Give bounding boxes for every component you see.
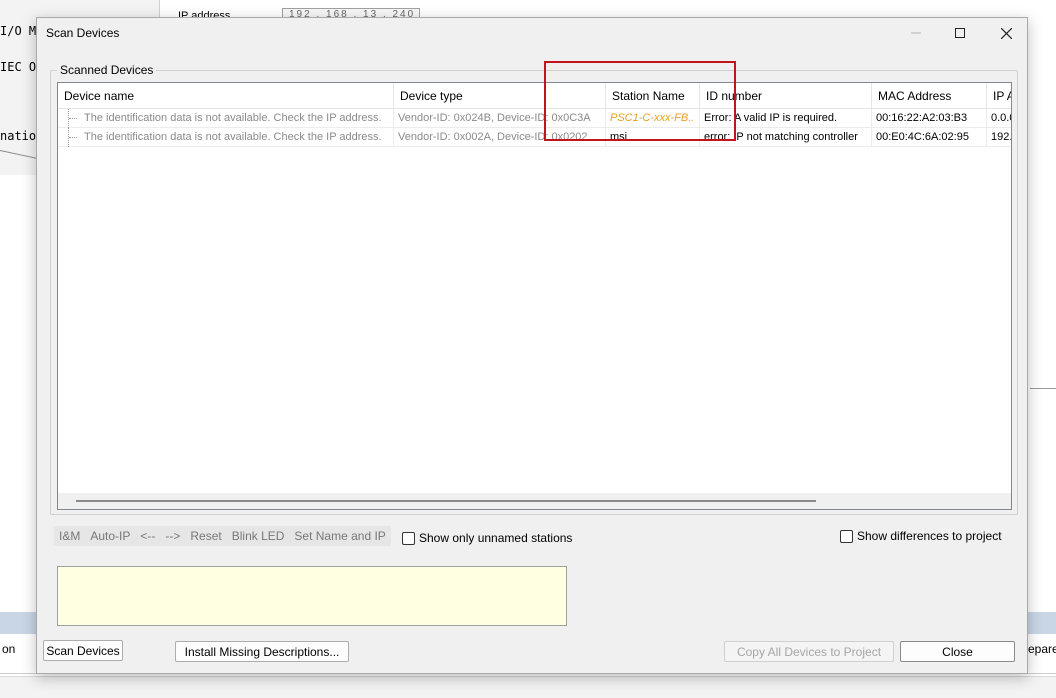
cell-device-type: Vendor-ID: 0x002A, Device-ID: 0x0202: [394, 128, 606, 147]
checkbox-box[interactable]: [402, 531, 415, 545]
close-button[interactable]: Close: [900, 641, 1015, 662]
device-toolbar: I&M Auto-IP <-- --> Reset Blink LED Set …: [54, 526, 391, 546]
maximize-button[interactable]: [937, 18, 983, 48]
show-unnamed-checkbox[interactable]: Show only unnamed stations: [402, 531, 572, 545]
set-name-ip-button[interactable]: Set Name and IP: [289, 526, 390, 546]
move-left-button[interactable]: <--: [135, 526, 160, 546]
cell-device-type: Vendor-ID: 0x024B, Device-ID: 0x0C3A: [394, 109, 606, 128]
cell-id-number: Error: A valid IP is required.: [700, 109, 872, 128]
horizontal-scrollbar[interactable]: [58, 493, 1011, 509]
checkbox-box[interactable]: [840, 529, 853, 543]
cell-device-name: The identification data is not available…: [80, 109, 394, 128]
cell-station-name[interactable]: PSC1-C-xxx-FB..: [606, 109, 700, 128]
show-unnamed-label: Show only unnamed stations: [419, 531, 573, 545]
show-differences-label: Show differences to project: [857, 529, 1002, 543]
cell-ip-address: 0.0.0: [987, 109, 1011, 128]
reset-button[interactable]: Reset: [185, 526, 226, 546]
table-row[interactable]: The identification data is not available…: [58, 128, 1011, 147]
cell-station-name[interactable]: msi: [606, 128, 700, 147]
dialog-titlebar: Scan Devices: [37, 18, 1027, 48]
column-header-device-name[interactable]: Device name: [58, 83, 394, 109]
column-header-device-type[interactable]: Device type: [394, 83, 606, 109]
tree-connector: [68, 128, 78, 147]
column-header-mac-address[interactable]: MAC Address: [872, 83, 987, 109]
table-row[interactable]: The identification data is not available…: [58, 109, 1011, 128]
background-status-bar: [0, 676, 1056, 698]
auto-ip-button[interactable]: Auto-IP: [85, 526, 135, 546]
column-header-id-number[interactable]: ID number: [700, 83, 872, 109]
scanned-devices-label: Scanned Devices: [57, 63, 157, 77]
devices-table[interactable]: Device name Device type Station Name ID …: [57, 82, 1012, 510]
blink-led-button[interactable]: Blink LED: [227, 526, 290, 546]
background-bottom-right-text: epare: [1028, 642, 1056, 656]
background-bottom-left-text: on: [2, 642, 16, 656]
install-descriptions-button[interactable]: Install Missing Descriptions...: [175, 641, 349, 662]
move-right-button[interactable]: -->: [160, 526, 185, 546]
show-differences-checkbox[interactable]: Show differences to project: [840, 529, 1002, 543]
maximize-icon: [955, 28, 965, 38]
dialog-title: Scan Devices: [46, 26, 120, 40]
cell-mac-address: 00:E0:4C:6A:02:95: [872, 128, 987, 147]
column-header-station-name[interactable]: Station Name: [606, 83, 700, 109]
cell-id-number: error: IP not matching controller: [700, 128, 872, 147]
close-icon: [1000, 27, 1012, 39]
cell-ip-address: 192.: [987, 128, 1011, 147]
cell-mac-address: 00:16:22:A2:03:B3: [872, 109, 987, 128]
close-window-button[interactable]: [983, 18, 1029, 48]
background-divider: [1030, 388, 1056, 389]
cell-device-name: The identification data is not available…: [80, 128, 394, 147]
info-message-area: [57, 566, 567, 626]
tree-connector: [68, 109, 78, 128]
table-header: Device name Device type Station Name ID …: [58, 83, 1011, 109]
scrollbar-thumb[interactable]: [76, 500, 816, 502]
minimize-icon: [911, 32, 921, 34]
minimize-button[interactable]: [893, 18, 939, 48]
im-button[interactable]: I&M: [54, 526, 85, 546]
scan-devices-button[interactable]: Scan Devices: [43, 640, 123, 661]
copy-all-devices-button[interactable]: Copy All Devices to Project: [724, 641, 894, 662]
column-header-ip-address[interactable]: IP A: [987, 83, 1011, 109]
